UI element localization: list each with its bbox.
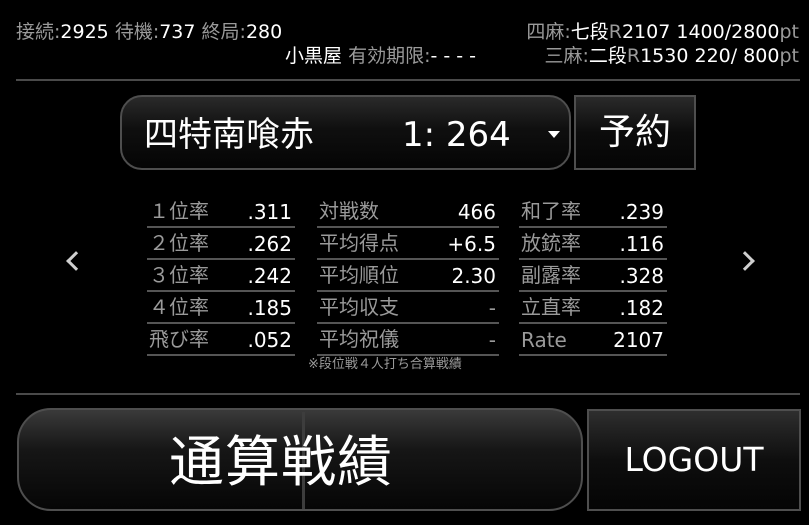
waiting-value: 737 bbox=[159, 21, 196, 43]
username: 小黒屋 bbox=[285, 45, 343, 67]
stats-column-rates: 和了率 .239 放銃率 .116 副露率 .328 立直率 .182 Rate 2107 bbox=[519, 196, 667, 356]
four-player-label: 四麻: bbox=[526, 21, 571, 43]
stat-label: 放銃率 bbox=[521, 231, 581, 255]
stat-row: 平均順位 2.30 bbox=[317, 260, 499, 292]
stat-row: 放銃率 .116 bbox=[519, 228, 667, 260]
stat-value: +6.5 bbox=[447, 232, 496, 256]
stat-value: .185 bbox=[247, 296, 292, 320]
stat-row: ４位率 .185 bbox=[147, 292, 295, 324]
stat-row: ３位率 .242 bbox=[147, 260, 295, 292]
total-record-label: 通算戦績 bbox=[169, 430, 394, 494]
header-divider bbox=[16, 79, 800, 81]
stat-row: ２位率 .262 bbox=[147, 228, 295, 260]
stat-label: 副露率 bbox=[521, 263, 581, 287]
stat-label: 飛び率 bbox=[149, 327, 209, 351]
bottom-divider bbox=[16, 393, 800, 395]
expiry-label: 有効期限: bbox=[348, 45, 431, 67]
finished-label: 終局: bbox=[201, 21, 246, 43]
stat-row: 飛び率 .052 bbox=[147, 324, 295, 356]
stat-row: 和了率 .239 bbox=[519, 196, 667, 228]
caret-down-icon bbox=[548, 131, 560, 138]
stat-value: 2.30 bbox=[451, 264, 496, 288]
stat-label: 和了率 bbox=[521, 199, 581, 223]
three-player-rating: 1530 bbox=[640, 45, 689, 67]
rank-info: 四麻:七段R2107 1400/2800pt 三麻:二段R1530 220/ 8… bbox=[526, 20, 799, 68]
stat-value: .328 bbox=[619, 264, 664, 288]
stat-label: 平均祝儀 bbox=[319, 327, 399, 351]
mode-label: 四特南喰赤 bbox=[144, 115, 314, 155]
stat-row: 対戦数 466 bbox=[317, 196, 499, 228]
three-player-rank-name: 二段 bbox=[588, 45, 627, 67]
stat-row: １位率 .311 bbox=[147, 196, 295, 228]
stat-row: 平均得点 +6.5 bbox=[317, 228, 499, 260]
three-player-points: 220 bbox=[694, 45, 731, 67]
stat-value: 2107 bbox=[613, 328, 664, 352]
stat-label: 平均得点 bbox=[319, 231, 399, 255]
three-player-r: R bbox=[626, 45, 641, 67]
stat-value: .239 bbox=[619, 200, 664, 224]
stats-column-averages: 対戦数 466 平均得点 +6.5 平均順位 2.30 平均収支 - 平均祝儀 - bbox=[317, 196, 499, 356]
user-info: 小黒屋 有効期限:- - - - bbox=[285, 44, 476, 68]
stat-value: .242 bbox=[247, 264, 292, 288]
stat-value: .182 bbox=[619, 296, 664, 320]
stat-value: 466 bbox=[457, 200, 496, 224]
mode-count: 1: 264 bbox=[402, 115, 511, 155]
stats-column-placement: １位率 .311 ２位率 .262 ３位率 .242 ４位率 .185 飛び率 .052 bbox=[147, 196, 295, 356]
stat-label: Rate bbox=[521, 328, 567, 352]
stat-label: 対戦数 bbox=[319, 199, 379, 223]
stat-row: 平均祝儀 - bbox=[317, 324, 499, 356]
three-player-label: 三麻: bbox=[544, 45, 589, 67]
stat-row: Rate 2107 bbox=[519, 324, 667, 356]
finished-value: 280 bbox=[245, 21, 283, 43]
stat-row: 平均収支 - bbox=[317, 292, 499, 324]
stat-label: 平均収支 bbox=[319, 295, 399, 319]
stat-value: - bbox=[488, 328, 496, 352]
reserve-button[interactable]: 予約 bbox=[574, 95, 696, 170]
stat-value: .262 bbox=[247, 232, 292, 256]
chevron-left-icon[interactable] bbox=[66, 251, 86, 271]
total-record-button[interactable]: 通算戦績 bbox=[17, 408, 583, 511]
four-player-r: R bbox=[608, 21, 622, 43]
connected-label: 接続: bbox=[16, 21, 61, 43]
server-status: 接続:2925 待機:737 終局:280 bbox=[16, 20, 282, 44]
connected-value: 2925 bbox=[60, 21, 109, 43]
mode-dropdown[interactable]: 四特南喰赤 1: 264 bbox=[120, 95, 571, 170]
logout-button[interactable]: LOGOUT bbox=[587, 409, 801, 511]
four-player-rank: 四麻:七段R2107 1400/2800pt bbox=[526, 20, 799, 44]
stat-value: .052 bbox=[247, 328, 292, 352]
four-player-rank-name: 七段 bbox=[570, 21, 609, 43]
stat-value: .311 bbox=[247, 200, 292, 224]
stat-label: 立直率 bbox=[521, 295, 581, 319]
stat-label: 平均順位 bbox=[319, 263, 399, 287]
three-player-points-max: / 800 bbox=[730, 45, 780, 67]
stats-footnote: ※段位戦４人打ち合算戦績 bbox=[308, 357, 462, 372]
stat-label: ２位率 bbox=[149, 231, 209, 255]
four-player-unit: pt bbox=[779, 21, 799, 43]
three-player-unit: pt bbox=[779, 45, 799, 67]
expiry-value: - - - - bbox=[430, 45, 477, 67]
four-player-points-max: /2800 bbox=[724, 21, 780, 43]
stat-value: .116 bbox=[619, 232, 664, 256]
stat-row: 立直率 .182 bbox=[519, 292, 667, 324]
four-player-points: 1400 bbox=[676, 21, 725, 43]
waiting-label: 待機: bbox=[114, 21, 160, 43]
stat-label: ３位率 bbox=[149, 263, 209, 287]
four-player-rating: 2107 bbox=[621, 21, 671, 43]
stat-value: - bbox=[488, 296, 496, 320]
stat-label: ４位率 bbox=[149, 295, 209, 319]
stat-label: １位率 bbox=[149, 199, 209, 223]
three-player-rank: 三麻:二段R1530 220/ 800pt bbox=[526, 44, 799, 68]
stat-row: 副露率 .328 bbox=[519, 260, 667, 292]
chevron-right-icon[interactable] bbox=[735, 251, 755, 271]
